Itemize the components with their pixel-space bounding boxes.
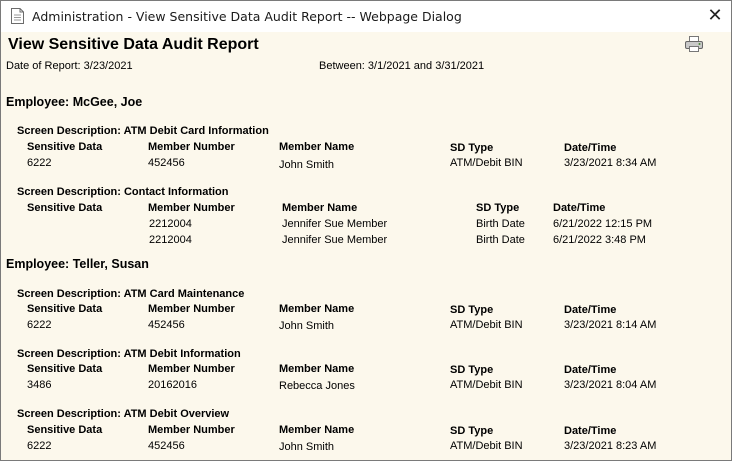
cell-sensitive-data: 3486 (27, 379, 52, 391)
col-header-member-name: Member Name (279, 141, 355, 153)
col-header-sensitive-data: Sensitive Data (27, 363, 103, 375)
col-header-member-number: Member Number (148, 141, 235, 153)
date-range: Between: 3/1/2021 and 3/31/2021 (319, 60, 485, 72)
employee-heading: Employee: Teller, Susan (6, 257, 149, 271)
col-header-member-name: Member Name (279, 424, 355, 436)
cell-member-number: 2212004 (149, 218, 192, 230)
col-header-member-number: Member Number (148, 363, 235, 375)
cell-member-name: John Smith (279, 159, 335, 171)
col-header-member-number: Member Number (148, 424, 235, 436)
cell-sd-type: ATM/Debit BIN (450, 379, 523, 391)
cell-sensitive-data: 6222 (27, 440, 52, 452)
col-header-date-time: Date/Time (564, 304, 617, 316)
cell-member-name: Rebecca Jones (279, 380, 355, 392)
cell-member-name: Jennifer Sue Member (282, 218, 388, 230)
screen-description: Screen Description: ATM Debit Overview (17, 408, 230, 420)
col-header-date-time: Date/Time (564, 364, 617, 376)
cell-member-number: 20162016 (148, 379, 197, 391)
screen-description: Screen Description: ATM Debit Informatio… (17, 348, 241, 360)
cell-sensitive-data: 6222 (27, 319, 52, 331)
employee-name: Teller, Susan (72, 257, 149, 271)
cell-member-number: 452456 (148, 319, 185, 331)
document-icon (11, 8, 24, 24)
col-header-sensitive-data: Sensitive Data (27, 303, 103, 315)
cell-date-time: 6/21/2022 3:48 PM (553, 234, 646, 246)
date-of-report: Date of Report: 3/23/2021 (6, 60, 133, 72)
screen-description: Screen Description: Contact Information (17, 186, 229, 198)
col-header-sensitive-data: Sensitive Data (27, 424, 103, 436)
cell-member-name: John Smith (279, 441, 335, 453)
cell-sd-type: ATM/Debit BIN (450, 157, 523, 169)
col-header-sd-type: SD Type (450, 364, 494, 376)
col-header-member-number: Member Number (148, 202, 235, 214)
cell-member-number: 452456 (148, 157, 185, 169)
cell-member-name: John Smith (279, 320, 335, 332)
webpage-dialog: Administration - View Sensitive Data Aud… (0, 0, 732, 461)
col-header-sd-type: SD Type (450, 142, 494, 154)
col-header-member-name: Member Name (279, 303, 355, 315)
close-button[interactable]: ✕ (699, 1, 731, 32)
cell-date-time: 6/21/2022 12:15 PM (553, 218, 653, 230)
cell-sd-type: ATM/Debit BIN (450, 319, 523, 331)
close-icon: ✕ (707, 5, 723, 26)
col-header-date-time: Date/Time (564, 425, 617, 437)
employee-name: McGee, Joe (72, 95, 143, 109)
col-header-sd-type: SD Type (450, 425, 494, 437)
employee-label: Employee: (6, 95, 70, 109)
report-content: View Sensitive Data Audit Report Date of… (1, 32, 731, 460)
col-header-member-name: Member Name (282, 202, 358, 214)
cell-date-time: 3/23/2021 8:14 AM (564, 319, 657, 331)
col-header-sensitive-data: Sensitive Data (27, 141, 103, 153)
col-header-sd-type: SD Type (450, 304, 494, 316)
col-header-sd-type: SD Type (476, 202, 520, 214)
cell-sd-type: Birth Date (476, 218, 525, 230)
report-title: View Sensitive Data Audit Report (8, 36, 259, 53)
cell-date-time: 3/23/2021 8:23 AM (564, 440, 657, 452)
col-header-sensitive-data: Sensitive Data (27, 202, 103, 214)
cell-sensitive-data: 6222 (27, 157, 52, 169)
screen-description: Screen Description: ATM Debit Card Infor… (17, 125, 269, 137)
window-title: Administration - View Sensitive Data Aud… (32, 9, 462, 24)
col-header-date-time: Date/Time (564, 142, 617, 154)
cell-member-number: 2212004 (149, 234, 192, 246)
title-bar: Administration - View Sensitive Data Aud… (1, 1, 731, 32)
cell-member-name: Jennifer Sue Member (282, 234, 388, 246)
screen-description: Screen Description: ATM Card Maintenance (17, 288, 245, 300)
cell-sd-type: ATM/Debit BIN (450, 440, 523, 452)
cell-date-time: 3/23/2021 8:34 AM (564, 157, 657, 169)
employee-heading: Employee: McGee, Joe (6, 95, 142, 109)
col-header-member-name: Member Name (279, 363, 355, 375)
employee-label: Employee: (6, 257, 70, 271)
cell-date-time: 3/23/2021 8:04 AM (564, 379, 657, 391)
printer-icon[interactable] (685, 36, 703, 52)
cell-sd-type: Birth Date (476, 234, 525, 246)
cell-member-number: 452456 (148, 440, 185, 452)
col-header-date-time: Date/Time (553, 202, 606, 214)
col-header-member-number: Member Number (148, 303, 235, 315)
